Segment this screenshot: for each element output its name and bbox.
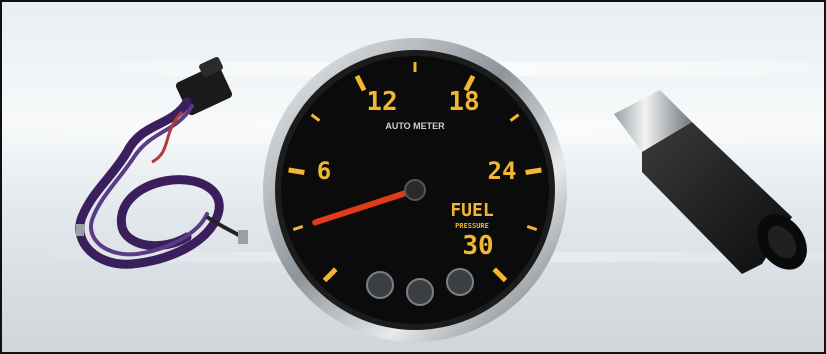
gauge-unit-fuel: FUEL (450, 200, 494, 221)
gauge-indicator-light (406, 278, 434, 306)
harness-wire-bundle (75, 97, 224, 269)
gauge-needle-hub (404, 179, 426, 201)
harness-terminal (238, 230, 248, 244)
gauge-unit-pressure: PRESSURE (455, 222, 489, 230)
gauge-indicator-light (366, 271, 394, 299)
gauge-brand-logo: AUTO METER (385, 121, 445, 131)
gauge-tick (288, 167, 305, 175)
pressure-sender (614, 90, 807, 274)
gauge-label-30: 30 (462, 231, 493, 261)
gauge-tick (525, 167, 542, 175)
fuel-pressure-gauge: 12 18 6 24 30 AUTO METER FUEL PRESSURE (263, 38, 567, 342)
gauge-indicator-light (446, 268, 474, 296)
product-photo: 12 18 6 24 30 AUTO METER FUEL PRESSURE (0, 0, 826, 354)
product-illustration: 12 18 6 24 30 AUTO METER FUEL PRESSURE (75, 38, 807, 342)
gauge-label-12: 12 (366, 87, 397, 117)
gauge-label-6: 6 (317, 157, 331, 185)
harness-terminal (76, 224, 84, 236)
wiring-harness (75, 56, 248, 269)
gauge-label-24: 24 (488, 157, 517, 185)
gauge-label-18: 18 (448, 87, 479, 117)
